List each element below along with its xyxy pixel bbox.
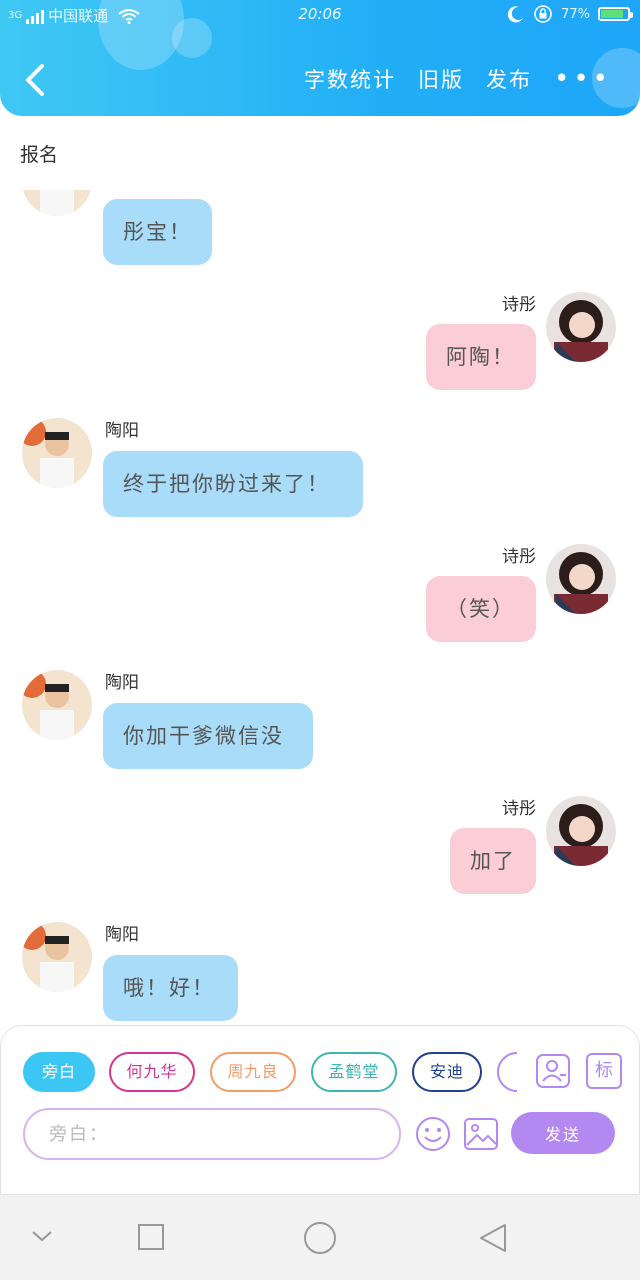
- message-bubble: 哦！好！: [103, 955, 238, 1021]
- more-menu-button[interactable]: •••: [554, 66, 612, 92]
- image-icon[interactable]: [463, 1116, 499, 1152]
- chat-message-right: 诗彤 阿陶！: [0, 290, 640, 400]
- message-bubble: 阿陶！: [426, 324, 536, 390]
- message-bubble: （笑）: [426, 576, 536, 642]
- sender-name: 诗彤: [502, 547, 536, 567]
- moon-icon: [507, 6, 524, 23]
- sender-name: 陶阳: [105, 925, 139, 945]
- home-circle-icon[interactable]: [303, 1221, 337, 1255]
- sender-name: 诗彤: [502, 799, 536, 819]
- send-button[interactable]: 发送: [511, 1112, 615, 1154]
- status-bar: 3G 中国联通 20:06 77%: [0, 0, 640, 32]
- word-count-button[interactable]: 字数统计: [304, 64, 396, 94]
- old-version-button[interactable]: 旧版: [418, 64, 464, 94]
- battery-icon: [598, 7, 633, 21]
- chat-message-left: 彤宝！: [0, 190, 640, 270]
- topic-label: 报名: [20, 144, 59, 166]
- role-chip[interactable]: [497, 1052, 517, 1092]
- chat-message-left: 陶阳 你加干爹微信没: [0, 668, 640, 778]
- avatar-taoyang[interactable]: [22, 418, 92, 488]
- tag-button[interactable]: 标: [586, 1053, 622, 1089]
- avatar-taoyang[interactable]: [22, 922, 92, 992]
- role-chip-selected[interactable]: 旁白: [23, 1052, 95, 1092]
- chat-area: 彤宝！ 诗彤 阿陶！ 陶阳 终于把你盼过来了！ 诗彤 （笑） 陶阳 你加干爹微信…: [0, 190, 640, 1025]
- dialogue-input[interactable]: [23, 1108, 401, 1160]
- role-chip[interactable]: 安迪: [412, 1052, 482, 1092]
- smiley-icon[interactable]: [415, 1116, 451, 1152]
- sender-name: 陶阳: [105, 421, 139, 441]
- recents-square-icon[interactable]: [137, 1223, 165, 1251]
- avatar-taoyang[interactable]: [22, 190, 92, 216]
- publish-button[interactable]: 发布: [486, 64, 532, 94]
- sender-name: 诗彤: [502, 295, 536, 315]
- role-chip[interactable]: 何九华: [109, 1052, 195, 1092]
- role-chip[interactable]: 周九良: [210, 1052, 296, 1092]
- back-button[interactable]: [18, 58, 58, 102]
- chevron-down-icon[interactable]: [30, 1227, 54, 1245]
- back-triangle-icon[interactable]: [477, 1222, 509, 1254]
- avatar-taoyang[interactable]: [22, 670, 92, 740]
- chat-message-right: 诗彤 （笑）: [0, 542, 640, 652]
- role-selector: 旁白 何九华 周九良 孟鹤堂 安迪: [23, 1052, 517, 1094]
- chat-message-left: 陶阳 哦！好！: [0, 920, 640, 1025]
- system-nav-bar: [0, 1195, 640, 1280]
- rotation-lock-icon: [534, 5, 552, 23]
- avatar-shitong[interactable]: [546, 796, 616, 866]
- message-bubble: 终于把你盼过来了！: [103, 451, 363, 517]
- sender-name: 陶阳: [105, 673, 139, 693]
- message-bubble: 加了: [450, 828, 536, 894]
- role-chip[interactable]: 孟鹤堂: [311, 1052, 397, 1092]
- message-bubble: 彤宝！: [103, 199, 212, 265]
- person-card-icon[interactable]: [535, 1053, 571, 1089]
- avatar-shitong[interactable]: [546, 292, 616, 362]
- input-panel: 旁白 何九华 周九良 孟鹤堂 安迪 标 发送: [0, 1025, 640, 1195]
- chevron-left-icon: [26, 64, 44, 96]
- app-header: 3G 中国联通 20:06 77% 字数统计 旧版 发布 •••: [0, 0, 640, 116]
- header-actions: 字数统计 旧版 发布 •••: [304, 64, 612, 94]
- chat-message-right: 诗彤 加了: [0, 794, 640, 904]
- avatar-shitong[interactable]: [546, 544, 616, 614]
- battery-percent: 77%: [561, 6, 590, 22]
- message-bubble: 你加干爹微信没: [103, 703, 313, 769]
- chat-message-left: 陶阳 终于把你盼过来了！: [0, 416, 640, 526]
